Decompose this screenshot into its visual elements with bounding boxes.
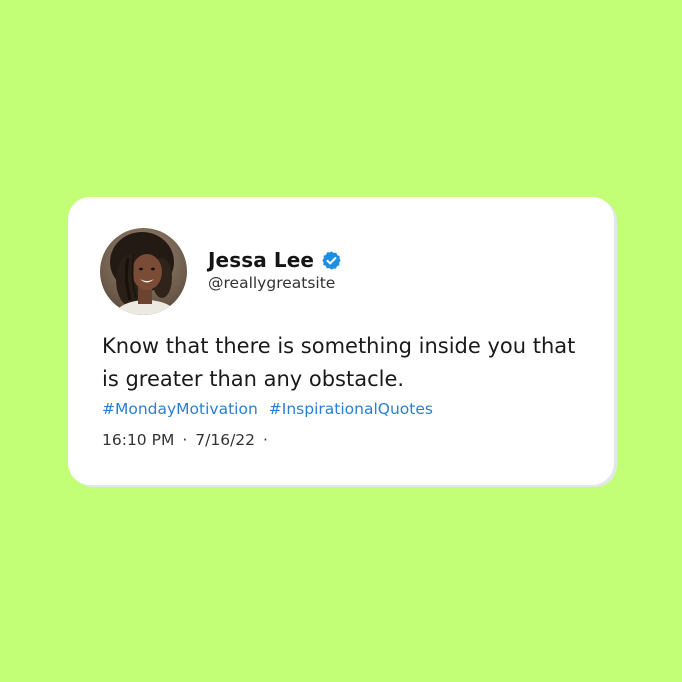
avatar[interactable] <box>100 228 187 315</box>
tweet-meta: 16:10 PM · 7/16/22 · <box>102 431 268 449</box>
hashtag-link[interactable]: #InspirationalQuotes <box>269 400 433 418</box>
tweet-card: Jessa Lee @reallygreatsite Know that the… <box>68 197 614 485</box>
tweet-text: Know that there is something inside you … <box>102 334 576 391</box>
meta-separator: · <box>263 431 268 449</box>
author-name[interactable]: Jessa Lee <box>208 248 314 272</box>
verified-check-icon <box>321 250 342 271</box>
author-name-row: Jessa Lee <box>208 246 342 274</box>
hashtag-link[interactable]: #MondayMotivation <box>102 400 258 418</box>
tweet-date[interactable]: 7/16/22 <box>195 431 255 449</box>
tweet-time[interactable]: 16:10 PM <box>102 431 174 449</box>
hashtag-row: #MondayMotivation #InspirationalQuotes <box>102 400 433 418</box>
author-handle[interactable]: @reallygreatsite <box>208 274 335 292</box>
user-avatar-photo <box>100 228 187 315</box>
meta-separator: · <box>182 431 188 449</box>
